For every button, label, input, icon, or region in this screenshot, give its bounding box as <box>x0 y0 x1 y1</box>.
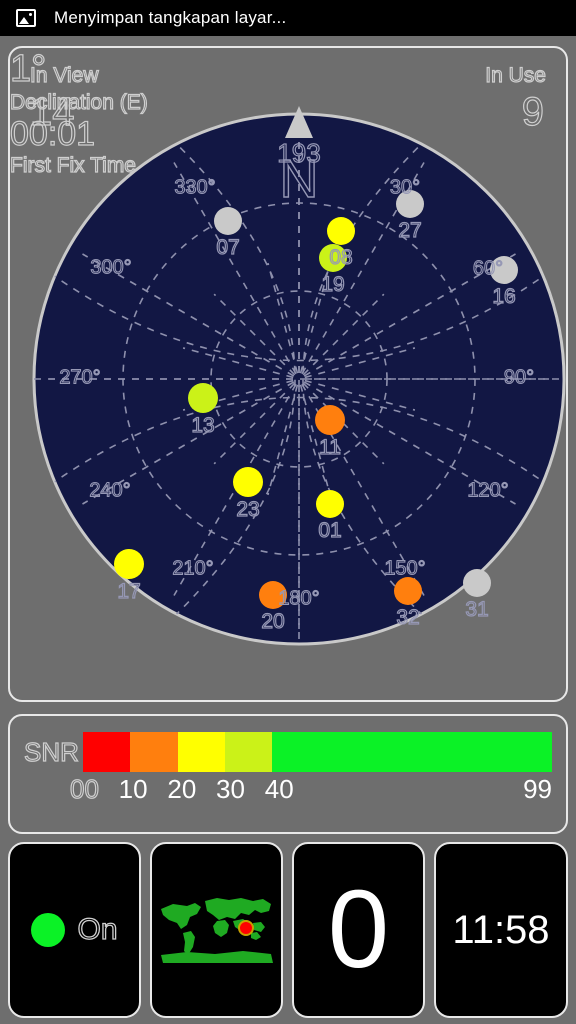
in-use-value: 9 <box>521 89 544 134</box>
in-view-value: 14 <box>29 89 75 134</box>
north-letter: N <box>279 148 319 209</box>
snr-band <box>272 732 552 772</box>
snr-tick-label: 20 <box>167 774 197 804</box>
satellite-marker <box>114 549 144 579</box>
snr-color-bar <box>82 732 552 772</box>
north-arrow-icon <box>285 106 313 138</box>
satellite-marker <box>316 490 344 518</box>
clock-value: 11:58 <box>452 907 550 952</box>
satellite-marker <box>315 405 345 435</box>
snr-bar-row: SNR <box>23 730 552 774</box>
snr-band <box>130 732 178 772</box>
snr-tick-label: 10 <box>118 774 148 804</box>
satellite-marker <box>327 217 355 245</box>
satellite-marker <box>396 190 424 218</box>
gps-status-tile[interactable]: On <box>8 842 141 1018</box>
gps-status-dot-icon <box>31 913 66 947</box>
snr-legend-panel: SNR 00 10 20 30 40 99 <box>8 714 568 834</box>
snr-tick-labels: 00 10 20 30 40 99 <box>69 773 552 808</box>
status-bar-text: Menyimpan tangkapan layar... <box>54 8 287 27</box>
satellite-marker <box>233 467 263 497</box>
satellite-marker <box>259 581 287 609</box>
world-map-tile[interactable] <box>150 842 283 1018</box>
snr-tick-label: 40 <box>264 774 294 804</box>
satellite-marker <box>463 569 491 597</box>
status-bar: Menyimpan tangkapan layar... <box>0 0 576 36</box>
in-view-label: In View <box>29 63 99 87</box>
snr-band <box>177 732 226 772</box>
satellite-marker <box>319 244 347 272</box>
snr-band <box>82 732 131 772</box>
image-icon <box>16 9 36 27</box>
map-location-marker-icon <box>237 920 254 936</box>
sky-view-panel[interactable]: 193 N 07081927161311230117203231330°300°… <box>8 46 568 702</box>
satellite-count-value: 0 <box>327 868 390 991</box>
snr-tick-label: 00 <box>69 773 99 804</box>
snr-tick-label: 30 <box>216 774 245 804</box>
satellite-marker <box>188 383 218 413</box>
satellite-marker <box>394 577 422 605</box>
clock-tile[interactable]: 11:58 <box>434 842 568 1018</box>
snr-title: SNR <box>23 736 79 767</box>
snr-tick-label: 99 <box>523 774 552 804</box>
satellite-count-tile[interactable]: 0 <box>292 842 425 1018</box>
gps-status-label: On <box>77 912 118 946</box>
satellite-marker <box>490 256 518 284</box>
snr-band <box>225 732 273 772</box>
in-use-label: In Use <box>485 63 547 87</box>
world-map-icon <box>160 898 273 963</box>
satellite-marker <box>214 207 242 235</box>
